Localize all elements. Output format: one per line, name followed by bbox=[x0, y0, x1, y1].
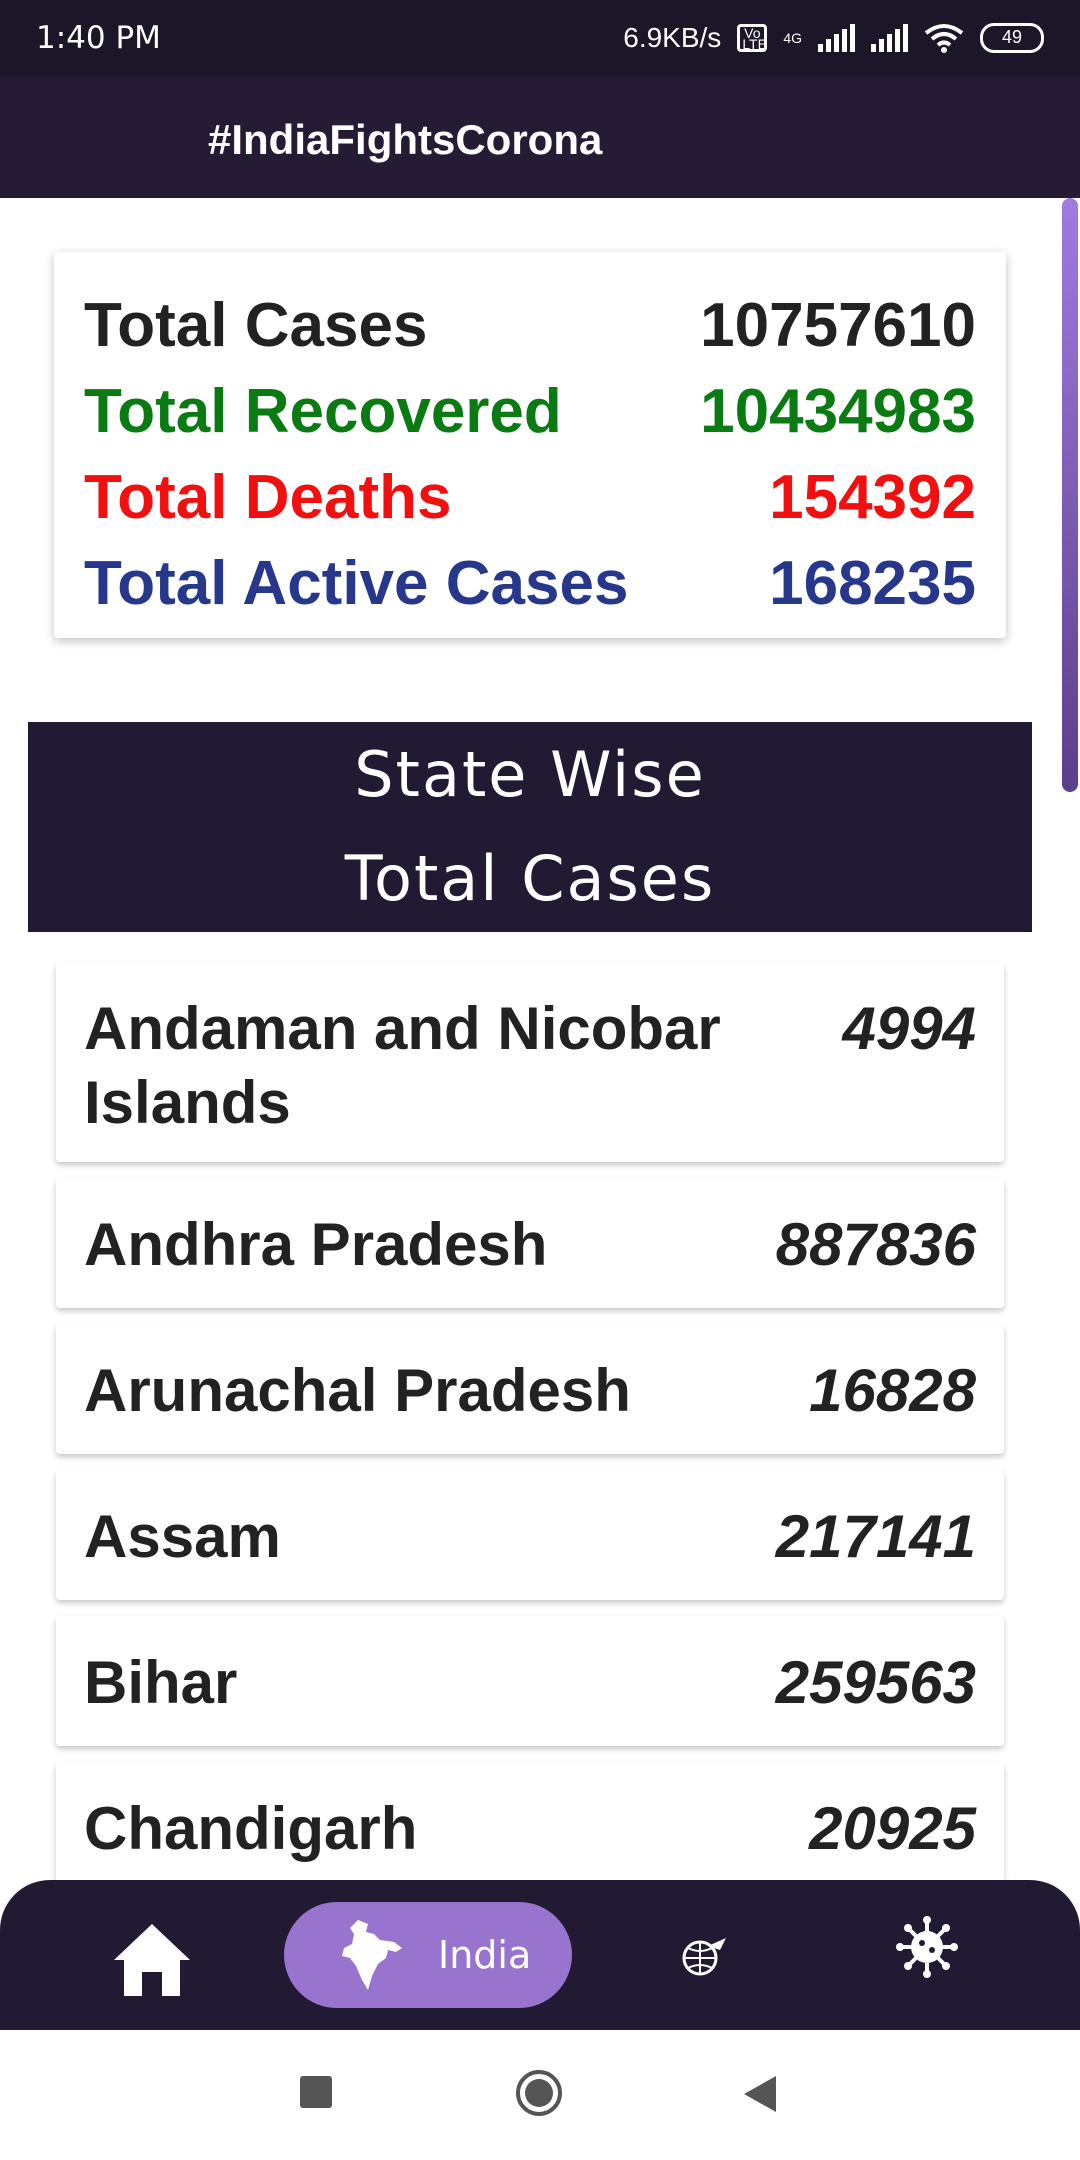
network-type: 4G bbox=[783, 30, 802, 46]
status-bar: 1:40 PM 6.9KB/s Vo LTE 4G 49 bbox=[0, 0, 1080, 76]
home-icon[interactable] bbox=[110, 1920, 194, 2000]
virus-icon[interactable] bbox=[896, 1916, 958, 1978]
india-map-icon bbox=[342, 1920, 402, 1990]
state-cases: 20925 bbox=[809, 1795, 976, 1862]
state-name: Assam bbox=[84, 1503, 281, 1570]
state-cases: 4994 bbox=[842, 995, 976, 1062]
banner-line-2: Total Cases bbox=[344, 842, 716, 915]
status-icons: 6.9KB/s Vo LTE 4G 49 bbox=[623, 22, 1044, 54]
header-title: #IndiaFightsCorona bbox=[208, 116, 603, 163]
state-card[interactable]: Andhra Pradesh 887836 bbox=[56, 1178, 1004, 1308]
status-time: 1:40 PM bbox=[36, 20, 161, 56]
scroll-indicator[interactable] bbox=[1062, 198, 1078, 792]
state-name: Chandigarh bbox=[84, 1795, 418, 1862]
network-speed: 6.9KB/s bbox=[623, 22, 722, 53]
state-card[interactable]: Andaman and Nicobar Islands 4994 bbox=[56, 962, 1004, 1162]
total-cases-label: Total Cases bbox=[84, 290, 428, 360]
state-card[interactable]: Chandigarh 20925 bbox=[56, 1762, 1004, 1892]
total-cases-value: 10757610 bbox=[700, 290, 976, 360]
state-card[interactable]: Arunachal Pradesh 16828 bbox=[56, 1324, 1004, 1454]
back-button-icon[interactable] bbox=[742, 2074, 778, 2114]
summary-card: Total Cases 10757610 Total Recovered 104… bbox=[54, 252, 1006, 638]
state-card[interactable]: Bihar 259563 bbox=[56, 1616, 1004, 1746]
summary-row-active: Total Active Cases 168235 bbox=[84, 540, 976, 626]
nav-india-label: India bbox=[438, 1933, 532, 1977]
state-name: Bihar bbox=[84, 1649, 238, 1716]
battery-icon: 49 bbox=[980, 23, 1044, 53]
state-card[interactable]: Assam 217141 bbox=[56, 1470, 1004, 1600]
state-name: Arunachal Pradesh bbox=[84, 1357, 631, 1424]
state-cases: 16828 bbox=[809, 1357, 976, 1424]
wifi-icon bbox=[924, 24, 964, 53]
state-name: Andhra Pradesh bbox=[84, 1211, 548, 1278]
recovered-label: Total Recovered bbox=[84, 376, 562, 446]
system-nav-bar bbox=[0, 2030, 1080, 2160]
recovered-value: 10434983 bbox=[700, 376, 976, 446]
signal-icon bbox=[818, 24, 855, 52]
state-cases: 259563 bbox=[775, 1649, 976, 1716]
state-cases: 887836 bbox=[775, 1211, 976, 1278]
deaths-label: Total Deaths bbox=[84, 462, 452, 532]
state-cases: 217141 bbox=[775, 1503, 976, 1570]
active-value: 168235 bbox=[769, 548, 976, 618]
banner-line-1: State Wise bbox=[354, 738, 706, 811]
app-header: #IndiaFightsCorona bbox=[0, 76, 1080, 198]
nav-india-tab[interactable]: India bbox=[284, 1902, 572, 2008]
globe-plane-icon[interactable] bbox=[680, 1932, 728, 1980]
volte-icon: Vo LTE bbox=[737, 24, 768, 52]
bottom-nav: India bbox=[0, 1880, 1080, 2030]
active-label: Total Active Cases bbox=[84, 548, 629, 618]
summary-row-recovered: Total Recovered 10434983 bbox=[84, 368, 976, 454]
recents-button-icon[interactable] bbox=[298, 2074, 334, 2110]
signal-icon-2 bbox=[871, 24, 908, 52]
state-wise-banner: State Wise Total Cases bbox=[28, 722, 1032, 932]
summary-row-deaths: Total Deaths 154392 bbox=[84, 454, 976, 540]
summary-row-total: Total Cases 10757610 bbox=[84, 282, 976, 368]
state-name: Andaman and Nicobar Islands bbox=[84, 995, 721, 1136]
home-button-icon[interactable] bbox=[514, 2068, 564, 2118]
deaths-value: 154392 bbox=[769, 462, 976, 532]
